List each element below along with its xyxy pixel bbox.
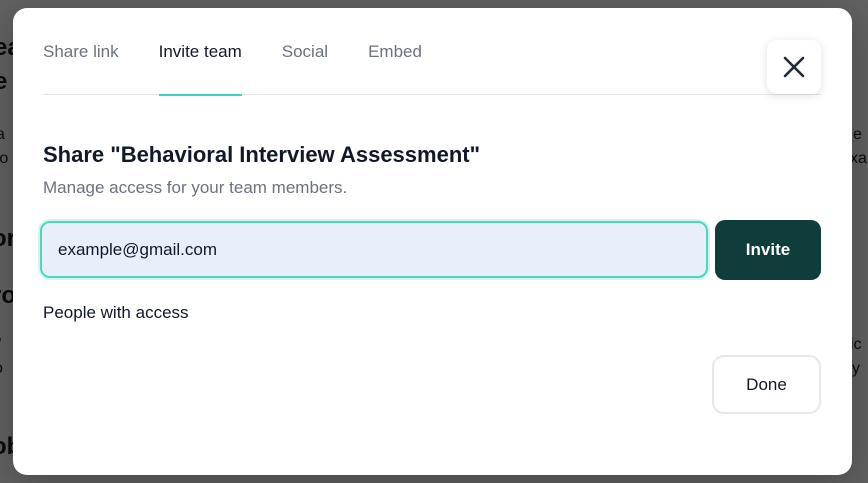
modal-title: Share "Behavioral Interview Assessment" <box>43 142 481 167</box>
tab-social[interactable]: Social <box>282 8 328 95</box>
share-tabs: Share link Invite team Social Embed <box>43 8 821 96</box>
invite-button[interactable]: Invite <box>715 220 821 280</box>
tab-invite-team[interactable]: Invite team <box>158 8 242 96</box>
modal-subtitle: Manage access for your team members. <box>43 178 348 197</box>
share-modal: Share link Invite team Social Embed Shar… <box>13 8 852 475</box>
email-field[interactable] <box>40 221 708 278</box>
people-with-access-label: People with access <box>43 303 189 322</box>
close-icon <box>783 56 805 78</box>
tab-embed[interactable]: Embed <box>368 8 422 95</box>
tab-share-link[interactable]: Share link <box>43 8 119 95</box>
done-button[interactable]: Done <box>712 355 821 414</box>
close-button[interactable] <box>767 40 821 94</box>
